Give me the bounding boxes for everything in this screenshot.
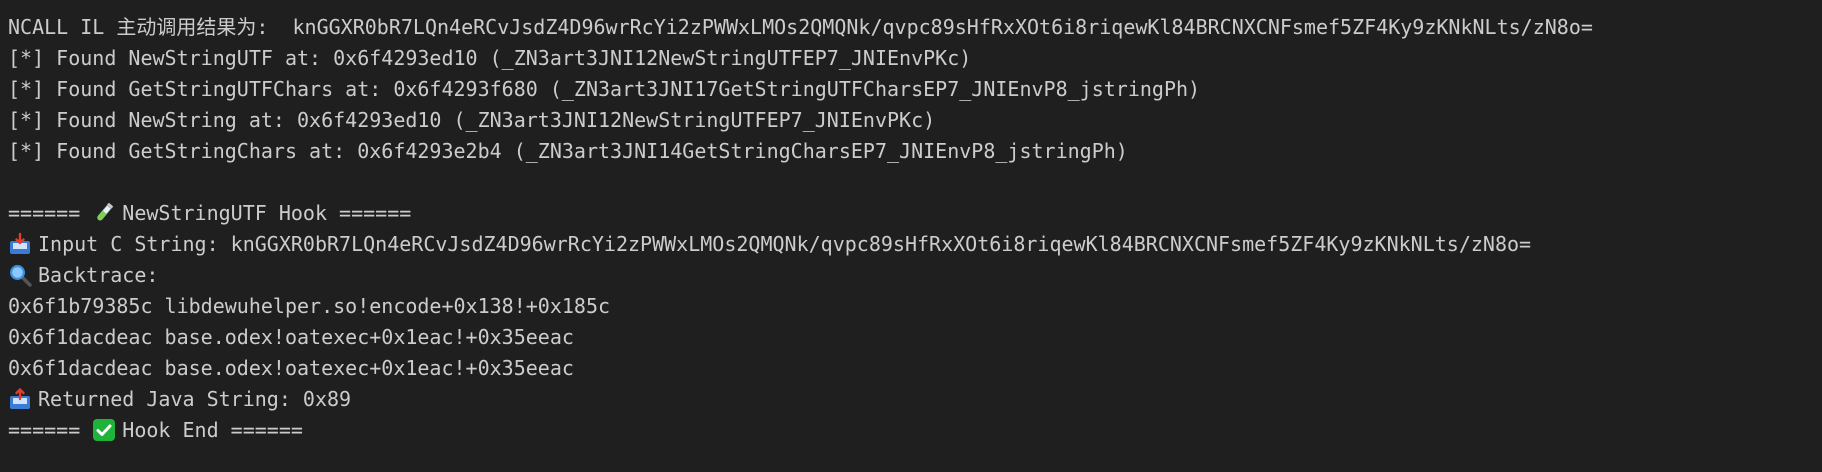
found-newstring-line: [*] Found NewString at: 0x6f4293ed10 (_Z… <box>8 108 936 132</box>
hook-header-line: ====== NewStringUTF Hook ====== <box>8 198 1822 229</box>
hook-header-title: NewStringUTF Hook ====== <box>122 201 412 225</box>
found-newstringutf-line: [*] Found NewStringUTF at: 0x6f4293ed10 … <box>8 46 972 70</box>
outbox-tray-icon <box>8 387 32 411</box>
check-mark-icon <box>92 418 116 442</box>
input-c-string-line: Input C String: knGGXR0bR7LQn4eRCvJsdZ4D… <box>8 229 1822 260</box>
ncall-result-line: NCALL IL 主动调用结果为: knGGXR0bR7LQn4eRCvJsdZ… <box>8 15 1593 39</box>
backtrace-label-line: Backtrace: <box>8 260 1822 291</box>
returned-java-string-line: Returned Java String: 0x89 <box>8 384 1822 415</box>
test-tube-icon <box>92 201 116 225</box>
hook-footer-line: ====== Hook End ====== <box>8 415 1822 446</box>
found-getstringutfchars-line: [*] Found GetStringUTFChars at: 0x6f4293… <box>8 77 1201 101</box>
returned-java-string-text: Returned Java String: 0x89 <box>38 387 352 411</box>
backtrace-label: Backtrace: <box>38 263 159 287</box>
backtrace-frame: 0x6f1b79385c libdewuhelper.so!encode+0x1… <box>8 294 611 318</box>
input-c-string-text: Input C String: knGGXR0bR7LQn4eRCvJsdZ4D… <box>38 232 1532 256</box>
hook-footer-prefix: ====== <box>8 418 93 442</box>
terminal-output: NCALL IL 主动调用结果为: knGGXR0bR7LQn4eRCvJsdZ… <box>0 0 1822 472</box>
inbox-tray-icon <box>8 232 32 256</box>
found-getstringchars-line: [*] Found GetStringChars at: 0x6f4293e2b… <box>8 139 1128 163</box>
hook-footer-title: Hook End ====== <box>122 418 303 442</box>
backtrace-frame: 0x6f1dacdeac base.odex!oatexec+0x1eac!+0… <box>8 325 574 349</box>
magnifying-glass-icon <box>8 263 32 287</box>
backtrace-frame: 0x6f1dacdeac base.odex!oatexec+0x1eac!+0… <box>8 356 574 380</box>
hook-header-prefix: ====== <box>8 201 93 225</box>
